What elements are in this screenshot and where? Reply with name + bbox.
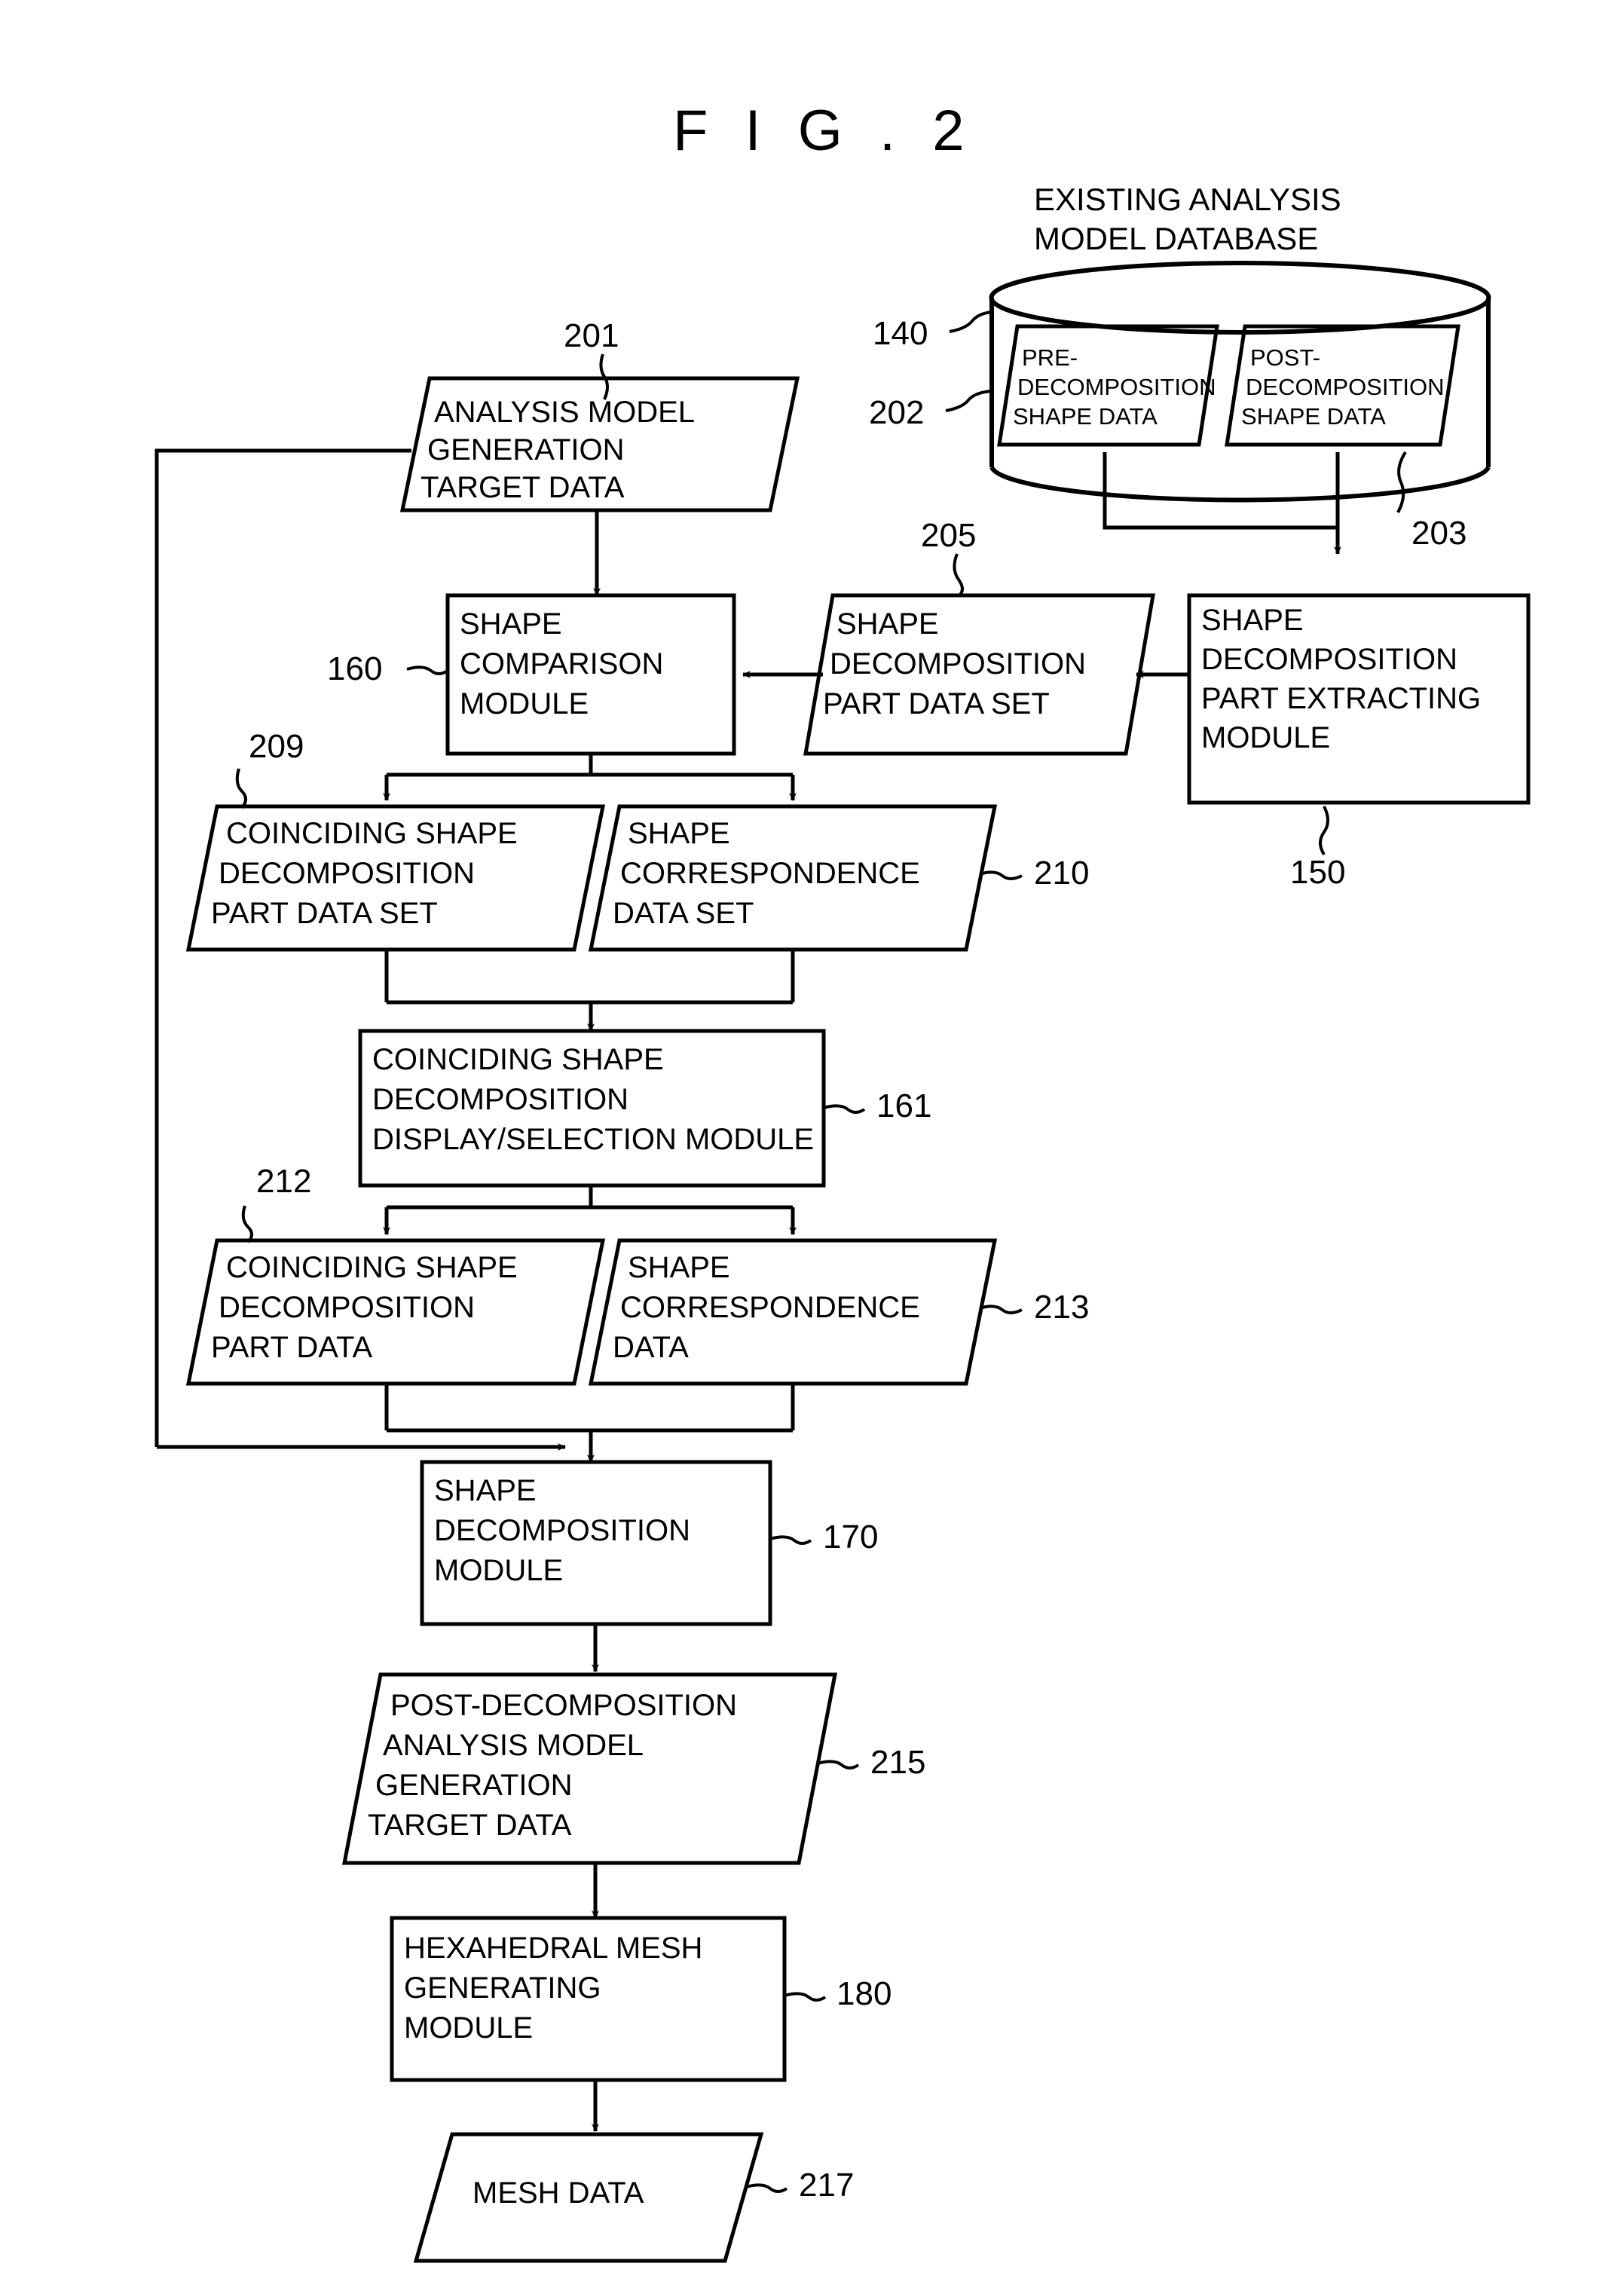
n160-line3: MODULE [460, 687, 589, 720]
n212-line3: PART DATA [211, 1331, 373, 1364]
n217-line1: MESH DATA [473, 2176, 644, 2210]
leader-170 [769, 1535, 812, 1545]
n160-line1: SHAPE [460, 607, 562, 641]
n209-line1: COINCIDING SHAPE [226, 817, 518, 850]
pre-shape-data-line1: PRE- [1022, 344, 1078, 371]
n213-line3: DATA [613, 1331, 689, 1364]
ref-201: 201 [564, 317, 619, 354]
n180-line3: MODULE [404, 2011, 534, 2045]
ref-217: 217 [799, 2167, 855, 2204]
ref-213: 213 [1034, 1289, 1090, 1326]
ref-180: 180 [836, 1975, 892, 2012]
n170-line3: MODULE [434, 1554, 564, 1587]
ref-205: 205 [921, 517, 977, 554]
n180-line1: HEXAHEDRAL MESH [404, 1932, 703, 1965]
n213-line1: SHAPE [628, 1251, 730, 1284]
n209-line2: DECOMPOSITION [219, 857, 476, 890]
n161-line1: COINCIDING SHAPE [372, 1043, 664, 1076]
figure-page: F I G . 2 EXISTING ANALYSIS MODEL DATABA… [0, 0, 1624, 2291]
ref-212: 212 [256, 1163, 312, 1200]
leader-213 [979, 1305, 1023, 1314]
pre-shape-data-line2: DECOMPOSITION [1017, 374, 1216, 400]
n150-line2: DECOMPOSITION [1201, 643, 1458, 676]
n170-line1: SHAPE [434, 1474, 537, 1507]
database-caption-line2: MODEL DATABASE [1034, 221, 1319, 256]
n210-line1: SHAPE [628, 817, 730, 850]
post-shape-data-line2: DECOMPOSITION [1246, 374, 1445, 400]
n213-line2: CORRESPONDENCE [620, 1291, 920, 1324]
post-shape-data-line3: SHAPE DATA [1241, 403, 1386, 430]
n201-line3: TARGET DATA [421, 471, 625, 504]
ref-203: 203 [1411, 515, 1467, 552]
pre-shape-data-line3: SHAPE DATA [1013, 403, 1158, 430]
n201-line2: GENERATION [427, 433, 625, 466]
leader-205 [953, 553, 964, 598]
ref-150: 150 [1290, 854, 1346, 891]
merge-212-213 [384, 1384, 795, 1433]
n180-line2: GENERATING [404, 1971, 601, 2005]
ref-209: 209 [249, 728, 304, 765]
bracket-160-out [387, 754, 793, 777]
n209-line3: PART DATA SET [211, 897, 438, 930]
n161-line3: DISPLAY/SELECTION MODULE [372, 1123, 815, 1156]
ref-170: 170 [823, 1519, 879, 1555]
ref-210: 210 [1034, 855, 1090, 892]
n205-line1: SHAPE [836, 607, 939, 641]
leader-202 [945, 390, 992, 412]
n210-line2: CORRESPONDENCE [620, 857, 920, 890]
ref-140: 140 [873, 315, 928, 352]
leader-215 [817, 1760, 860, 1769]
n150-line1: SHAPE [1201, 604, 1304, 637]
ref-160: 160 [327, 650, 383, 687]
leader-161 [823, 1104, 866, 1114]
n201-line1: ANALYSIS MODEL [434, 396, 696, 429]
n210-line3: DATA SET [613, 897, 754, 930]
n212-line1: COINCIDING SHAPE [226, 1251, 518, 1284]
n205-line3: PART DATA SET [823, 687, 1050, 720]
line-db-to-bracket [1103, 452, 1338, 530]
n215-line3: GENERATION [375, 1769, 573, 1802]
bracket-161-out [387, 1185, 793, 1210]
leader-212 [241, 1205, 253, 1243]
leader-210 [979, 870, 1023, 880]
n215-line4: TARGET DATA [368, 1809, 572, 1842]
leader-160 [406, 665, 449, 675]
leader-217 [745, 2183, 788, 2193]
ref-161: 161 [876, 1087, 932, 1124]
n150-line4: MODULE [1201, 721, 1331, 754]
post-shape-data-line1: POST- [1250, 344, 1321, 371]
figure-title: F I G . 2 [673, 99, 975, 163]
n160-line2: COMPARISON [460, 647, 664, 681]
n161-line2: DECOMPOSITION [372, 1083, 629, 1116]
leader-180 [784, 1992, 827, 2002]
ref-202: 202 [869, 394, 925, 431]
n150-line3: PART EXTRACTING [1201, 682, 1482, 715]
n205-line2: DECOMPOSITION [830, 647, 1087, 681]
leader-150 [1319, 806, 1329, 856]
leader-203 [1396, 451, 1407, 513]
n170-line2: DECOMPOSITION [434, 1514, 691, 1547]
database-caption-line1: EXISTING ANALYSIS [1034, 182, 1341, 217]
n212-line2: DECOMPOSITION [219, 1291, 476, 1324]
ref-215: 215 [870, 1744, 926, 1781]
leader-140 [949, 310, 992, 333]
n215-line1: POST-DECOMPOSITION [390, 1689, 738, 1722]
n215-line2: ANALYSIS MODEL [383, 1729, 644, 1762]
leader-209 [235, 768, 247, 809]
